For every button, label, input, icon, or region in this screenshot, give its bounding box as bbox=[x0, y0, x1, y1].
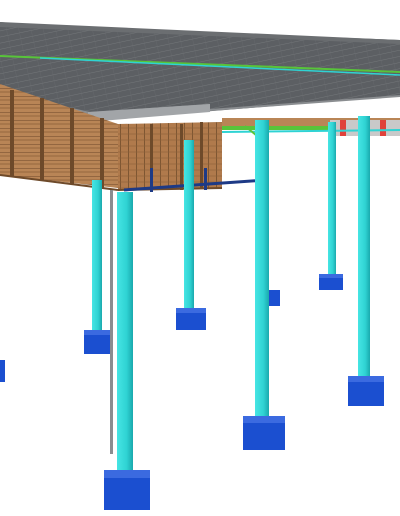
downpipe bbox=[110, 190, 113, 454]
roof-framing bbox=[221, 118, 400, 141]
column-2 bbox=[92, 180, 102, 334]
model-viewport[interactable] bbox=[0, 0, 400, 516]
column-4 bbox=[255, 120, 269, 422]
column-7 bbox=[358, 116, 370, 382]
footing-1 bbox=[0, 360, 5, 382]
structure-render bbox=[0, 22, 400, 510]
column-6 bbox=[328, 122, 336, 278]
column-3 bbox=[184, 140, 194, 312]
column-1 bbox=[117, 192, 133, 474]
